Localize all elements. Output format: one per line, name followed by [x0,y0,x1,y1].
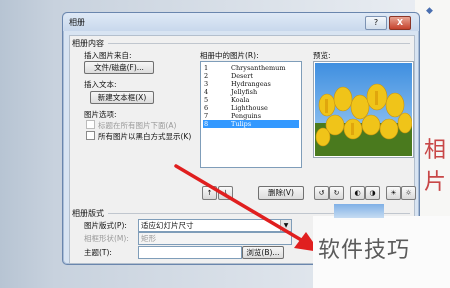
brightness-up-icon: ☀ [390,189,397,197]
list-item[interactable]: 1 Chrysanthemum [203,64,299,72]
new-textbox-button[interactable]: 新建文本框(X) [90,91,154,104]
background-ribbon-icon: ◆ [426,6,433,16]
watermark-text: 软件技巧 [318,238,411,263]
list-item-selected[interactable]: 8 Tulips [203,120,299,128]
contrast-down-button[interactable]: ◑ [365,186,380,200]
theme-label: 主题(T): [84,248,112,257]
frame-shape-label: 相框形状(M): [84,234,129,243]
list-item[interactable]: 5 Koala [203,96,299,104]
insert-from-label: 插入图片来自: [84,51,132,60]
background-side-text: 相片 [424,138,447,195]
insert-text-label: 插入文本: [84,80,117,89]
annotation-arrow [174,164,320,252]
album-layout-group-title: 相册版式 [72,209,104,218]
list-item[interactable]: 2 Desert [203,72,299,80]
album-content-group-title: 相册内容 [72,39,104,48]
contrast-up-button[interactable]: ◐ [350,186,365,200]
watermark-logo [334,204,384,218]
picture-options-label: 图片选项: [84,110,117,119]
brightness-down-button[interactable]: ☼ [401,186,416,200]
list-item[interactable]: 4 Jellyfish [203,88,299,96]
picture-layout-label: 图片版式(P): [84,221,127,230]
file-disk-button[interactable]: 文件/磁盘(F)... [84,61,154,74]
black-white-option-label: 所有图片以黑白方式显示(K) [98,132,192,141]
pictures-listbox[interactable]: 1 Chrysanthemum 2 Desert 3 Hydrangeas 4 Jell… [200,61,302,168]
close-button[interactable]: X [389,16,411,30]
pictures-list-label: 相册中的图片(R): [200,51,259,60]
group-divider [108,43,410,44]
preview-label: 预览: [313,51,331,60]
brightness-up-button[interactable]: ☀ [386,186,401,200]
captions-option-label: 标题在所有图片下面(A) [98,121,177,130]
list-item[interactable]: 6 Lighthouse [203,104,299,112]
contrast-down-icon: ◑ [369,189,376,197]
tulips-preview-image [315,63,412,156]
list-item[interactable]: 3 Hydrangeas [203,80,299,88]
frame-shape-value: 矩形 [141,234,156,243]
rotate-right-icon: ↻ [333,189,340,197]
brightness-down-icon: ☼ [405,189,412,197]
rotate-right-button[interactable]: ↻ [329,186,344,200]
list-item[interactable]: 7 Penguins [203,112,299,120]
dialog-titlebar: 相册 ? X [63,13,419,31]
dialog-title: 相册 [69,18,85,27]
captions-checkbox[interactable] [86,120,95,129]
black-white-checkbox[interactable] [86,131,95,140]
preview-pane [313,61,414,158]
help-button[interactable]: ? [365,16,387,30]
contrast-up-icon: ◐ [354,189,361,197]
